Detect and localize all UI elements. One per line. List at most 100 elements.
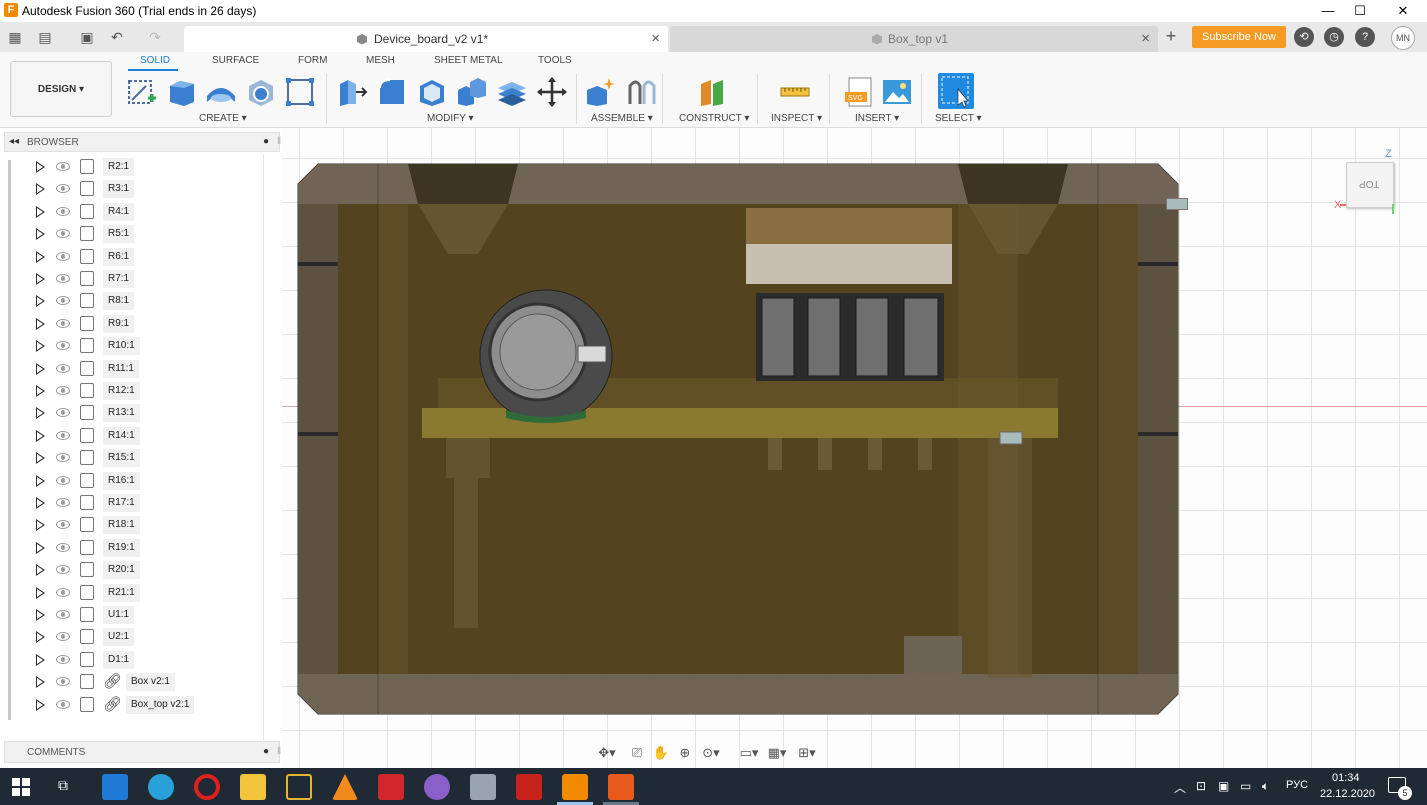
close-tab-icon[interactable]: ×	[1141, 30, 1150, 47]
browser-tree-item[interactable]: R21:1	[0, 582, 270, 604]
extrude-icon[interactable]	[166, 76, 198, 108]
browser-tree-item[interactable]: R18:1	[0, 514, 270, 536]
shell-icon[interactable]	[416, 76, 448, 108]
visibility-eye-icon[interactable]	[56, 543, 70, 552]
expand-arrow-icon[interactable]	[36, 654, 45, 666]
app-icon[interactable]	[470, 774, 496, 800]
tray-app-icon[interactable]: ▣	[1218, 779, 1229, 793]
browser-tree-item[interactable]: 🔗︎ Box_top v2:1	[0, 694, 270, 716]
offset-plane-icon[interactable]	[697, 76, 729, 108]
pattern-icon[interactable]	[284, 76, 316, 108]
browser-tree-item[interactable]: D1:1	[0, 649, 270, 671]
tab-solid[interactable]: SOLID	[140, 55, 170, 66]
clock-date[interactable]: 22.12.2020	[1320, 788, 1375, 800]
browser-tree-item[interactable]: R5:1	[0, 223, 270, 245]
visibility-eye-icon[interactable]	[56, 498, 70, 507]
revolve-icon[interactable]	[205, 76, 237, 108]
grid-settings-icon[interactable]: ▦▾	[766, 744, 788, 762]
zoom-icon[interactable]: ⊕	[674, 744, 696, 762]
browser-options-icon[interactable]: ●	[263, 136, 269, 147]
visibility-eye-icon[interactable]	[56, 162, 70, 171]
visibility-eye-icon[interactable]	[56, 252, 70, 261]
close-tab-icon[interactable]: ×	[651, 30, 660, 47]
orbit-icon[interactable]: ✥▾	[596, 744, 618, 762]
visibility-eye-icon[interactable]	[56, 319, 70, 328]
expand-arrow-icon[interactable]	[36, 340, 45, 352]
browser-tree-item[interactable]: R20:1	[0, 559, 270, 581]
browser-tree-item[interactable]: R9:1	[0, 313, 270, 335]
expand-arrow-icon[interactable]	[36, 699, 45, 711]
tray-app-icon[interactable]: ⊡	[1196, 779, 1206, 793]
tab-device-board[interactable]: Device_board_v2 v1* ×	[184, 26, 668, 52]
volume-icon[interactable]: 🔈︎	[1262, 779, 1269, 794]
browser-tree-item[interactable]: R4:1	[0, 201, 270, 223]
insert-canvas-icon[interactable]	[881, 76, 913, 108]
expand-arrow-icon[interactable]	[36, 475, 45, 487]
visibility-eye-icon[interactable]	[56, 184, 70, 193]
expand-arrow-icon[interactable]	[36, 183, 45, 195]
app-icon[interactable]	[286, 774, 312, 800]
expand-arrow-icon[interactable]	[36, 587, 45, 599]
fillet-icon[interactable]	[376, 76, 408, 108]
browser-header[interactable]: ◂◂ BROWSER ● ‖	[4, 132, 281, 152]
expand-arrow-icon[interactable]	[36, 631, 45, 643]
expand-arrow-icon[interactable]	[36, 430, 45, 442]
fusion360-taskbar-icon[interactable]	[562, 774, 588, 800]
joint-origin-marker[interactable]	[1166, 198, 1188, 210]
browser-tree-item[interactable]: R8:1	[0, 290, 270, 312]
browser-tree-item[interactable]: R13:1	[0, 402, 270, 424]
visibility-eye-icon[interactable]	[56, 632, 70, 641]
visibility-eye-icon[interactable]	[56, 677, 70, 686]
pan-icon[interactable]: ✋	[650, 744, 672, 762]
browser-tree-item[interactable]: R10:1	[0, 335, 270, 357]
task-view-icon[interactable]: ⧉	[58, 777, 68, 794]
expand-arrow-icon[interactable]	[36, 407, 45, 419]
tab-form[interactable]: FORM	[298, 55, 327, 66]
help-icon[interactable]: ?	[1355, 27, 1375, 47]
assemble-menu[interactable]: ASSEMBLE ▾	[591, 113, 653, 124]
expand-arrow-icon[interactable]	[36, 363, 45, 375]
visibility-eye-icon[interactable]	[56, 610, 70, 619]
vlc-icon[interactable]	[332, 774, 358, 800]
user-avatar[interactable]: MN	[1391, 26, 1415, 50]
browser-tree-item[interactable]: R7:1	[0, 268, 270, 290]
extensions-icon[interactable]: ⟲	[1294, 27, 1314, 47]
insert-svg-icon[interactable]: SVG	[843, 76, 875, 108]
tab-mesh[interactable]: MESH	[366, 55, 395, 66]
browser-tree-item[interactable]: R15:1	[0, 447, 270, 469]
expand-arrow-icon[interactable]	[36, 161, 45, 173]
inspect-menu[interactable]: INSPECT ▾	[771, 113, 822, 124]
tab-sheet-metal[interactable]: SHEET METAL	[434, 55, 503, 66]
browser-tree-item[interactable]: R3:1	[0, 178, 270, 200]
workspace-switcher-button[interactable]: DESIGN ▾	[10, 61, 112, 117]
network-icon[interactable]: ▭	[1240, 779, 1251, 793]
acrobat-icon[interactable]	[516, 774, 542, 800]
visibility-eye-icon[interactable]	[56, 431, 70, 440]
box-model[interactable]	[282, 128, 1427, 768]
insert-menu[interactable]: INSERT ▾	[855, 113, 899, 124]
offset-face-icon[interactable]	[496, 76, 528, 108]
browser-tree-item[interactable]: R11:1	[0, 358, 270, 380]
file-menu-icon[interactable]: ▤	[36, 28, 54, 46]
visibility-eye-icon[interactable]	[56, 565, 70, 574]
fit-icon[interactable]: ⊙▾	[700, 744, 722, 762]
github-desktop-icon[interactable]	[424, 774, 450, 800]
maximize-button[interactable]: ☐	[1337, 0, 1383, 22]
measure-icon[interactable]	[779, 76, 811, 108]
job-status-icon[interactable]: ◷	[1324, 27, 1344, 47]
select-icon[interactable]	[938, 73, 974, 109]
browser-tree-item[interactable]: 🔗︎ Box v2:1	[0, 671, 270, 693]
collapse-panel-icon[interactable]: ◂◂	[9, 136, 19, 147]
save-icon[interactable]: ▣	[78, 28, 96, 46]
sw-icon[interactable]	[378, 774, 404, 800]
browser-tree-item[interactable]: R19:1	[0, 537, 270, 559]
viewcube[interactable]: TOP	[1346, 162, 1394, 208]
visibility-eye-icon[interactable]	[56, 229, 70, 238]
expand-arrow-icon[interactable]	[36, 295, 45, 307]
telegram-icon[interactable]	[148, 774, 174, 800]
construct-menu[interactable]: CONSTRUCT ▾	[679, 113, 749, 124]
language-indicator[interactable]: РУС	[1286, 779, 1308, 791]
browser-tree-item[interactable]: R17:1	[0, 492, 270, 514]
visibility-eye-icon[interactable]	[56, 453, 70, 462]
viewports-icon[interactable]: ⊞▾	[796, 744, 818, 762]
